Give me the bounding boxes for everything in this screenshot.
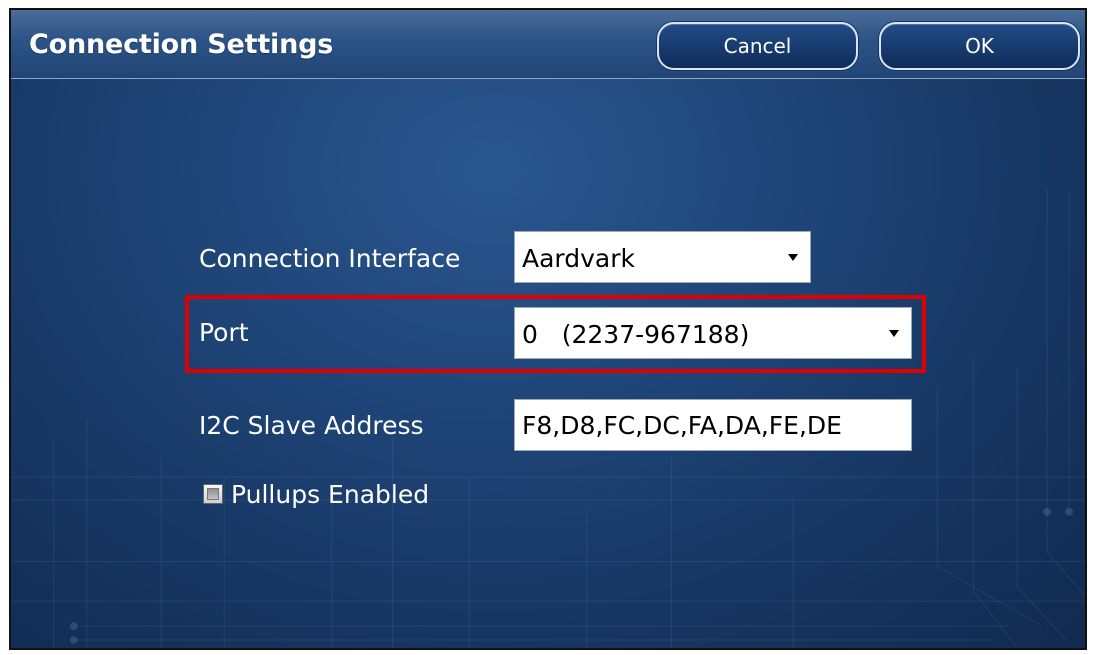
i2c-slave-address-input[interactable]: F8,D8,FC,DC,FA,DA,FE,DE [514,399,912,451]
cancel-button[interactable]: Cancel [657,22,858,70]
chevron-down-icon [788,254,798,261]
connection-interface-label: Connection Interface [199,244,461,273]
connection-interface-selected-value: Aardvark [522,244,636,273]
dialog-titlebar: Connection Settings Cancel OK [11,10,1085,79]
pullups-enabled-checkbox[interactable] [203,484,223,504]
port-label: Port [199,318,249,347]
connection-settings-dialog: Connection Settings Cancel OK Connection… [9,8,1087,650]
chevron-down-icon [889,330,899,337]
dialog-title: Connection Settings [29,29,334,60]
i2c-slave-address-label: I2C Slave Address [199,411,424,440]
port-selected-value: 0 (2237-967188) [522,320,750,349]
ok-button[interactable]: OK [879,22,1080,70]
port-select[interactable]: 0 (2237-967188) [514,307,912,359]
pullups-enabled-label: Pullups Enabled [231,479,430,509]
pullups-enabled-row[interactable]: Pullups Enabled [203,478,429,510]
connection-interface-select[interactable]: Aardvark [514,231,811,283]
